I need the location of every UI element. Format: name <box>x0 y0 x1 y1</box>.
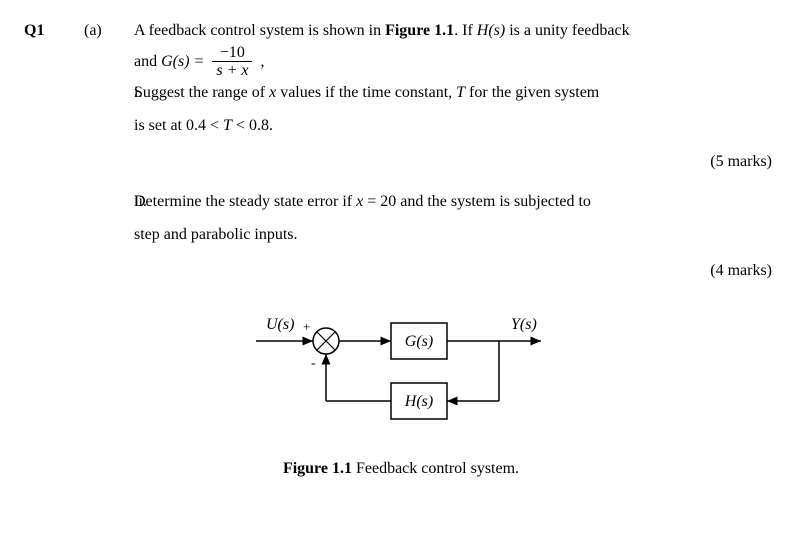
i-marks: (5 marks) <box>24 149 778 175</box>
h-label: H(s) <box>404 393 433 410</box>
i-line2-pre: is set at 0.4 < <box>134 117 223 134</box>
g-label: G(s) <box>405 333 433 350</box>
i-text-mid: values if the time constant, <box>276 84 456 101</box>
i-line2-post: < 0.8. <box>232 117 273 134</box>
ii-text-pre: Determine the steady state error if <box>134 193 356 210</box>
gs-fraction: −10 s + x <box>212 44 252 80</box>
sub-ii: ii. Determine the steady state error if … <box>24 189 778 248</box>
u-label: U(s) <box>266 316 294 333</box>
caption-text: Feedback control system. <box>352 460 519 477</box>
figure-ref: Figure 1.1 <box>385 22 454 39</box>
sub-i-content: Suggest the range of x values if the tim… <box>134 80 778 139</box>
sub-i: i. Suggest the range of x values if the … <box>24 80 778 139</box>
gs-pre: and <box>134 52 161 69</box>
i-T: T <box>456 84 465 101</box>
i-line2-T: T <box>223 117 232 134</box>
i-text-pre: Suggest the range of <box>134 84 269 101</box>
question-number: Q1 <box>24 18 84 44</box>
ii-text-mid: = 20 and the system is subjected to <box>363 193 591 210</box>
intro-pre: A feedback control system is shown in <box>134 22 385 39</box>
part-a-label: (a) <box>84 18 134 44</box>
frac-denominator: s + x <box>212 62 252 80</box>
block-diagram: U(s) + - G(s) Y(s) H(s) Figure 1.1 Feedb… <box>24 301 778 481</box>
frac-numerator: −10 <box>212 44 252 63</box>
ii-marks: (4 marks) <box>24 258 778 284</box>
i-text-post1: for the given system <box>465 84 599 101</box>
caption-label: Figure 1.1 <box>283 460 352 477</box>
minus-sign: - <box>311 356 316 371</box>
figure-caption: Figure 1.1 Feedback control system. <box>24 456 778 482</box>
gs-line: and G(s) = −10 s + x , <box>24 44 778 80</box>
q1-line1: Q1 (a) A feedback control system is show… <box>24 18 778 44</box>
intro-text: A feedback control system is shown in Fi… <box>134 18 778 44</box>
intro-mid: . If <box>454 22 477 39</box>
intro-post: is a unity feedback <box>505 22 629 39</box>
plus-sign: + <box>303 319 310 334</box>
y-label: Y(s) <box>511 316 537 333</box>
gs-post: , <box>256 52 264 69</box>
hs-symbol: H(s) <box>477 22 505 39</box>
sub-ii-content: Determine the steady state error if x = … <box>134 189 778 248</box>
gs-lhs: G(s) = <box>161 52 208 69</box>
feedback-diagram-svg: U(s) + - G(s) Y(s) H(s) <box>221 301 581 441</box>
ii-line2: step and parabolic inputs. <box>134 222 778 248</box>
